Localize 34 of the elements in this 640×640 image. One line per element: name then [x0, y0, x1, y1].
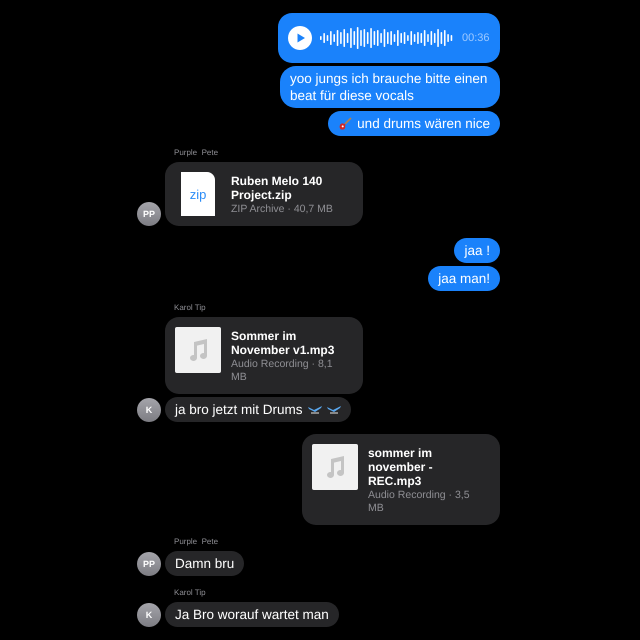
music-note-icon [187, 338, 209, 362]
stick-icon [326, 405, 341, 414]
file-type-label: zip [190, 186, 206, 202]
play-button[interactable] [288, 26, 312, 50]
message-text: und drums wären nice [357, 115, 490, 132]
waveform-icon [320, 26, 454, 50]
message-text: jaa man! [438, 270, 490, 287]
file-attachment[interactable]: sommer im november - REC.mp3 Audio Recording · 3,5 MB [302, 434, 500, 525]
message-text: jaa ! [464, 242, 490, 259]
message-text: ja bro jetzt mit Drums [175, 401, 303, 418]
avatar[interactable]: K [137, 603, 161, 627]
music-note-icon [324, 455, 346, 479]
stick-icon [308, 405, 322, 414]
file-name: sommer im november - REC.mp3 [368, 446, 434, 488]
avatar[interactable]: PP [137, 552, 161, 576]
message-text: Damn bru [175, 555, 234, 572]
file-details: Audio Recording · 3,5 MB [368, 489, 471, 515]
voice-message[interactable]: 00:36 [278, 13, 500, 63]
avatar[interactable]: PP [137, 202, 161, 226]
file-details: ZIP Archive · 40,7 MB [231, 203, 334, 216]
file-name: Ruben Melo 140 Project.zip [231, 174, 324, 202]
message-text: yoo jungs ich brauche bitte einen beat für diese vocals [290, 70, 488, 104]
sender-name: Karol Tip [174, 588, 207, 597]
file-attachment[interactable]: Sommer im November v1.mp3 Audio Recording · 8,1 MB [165, 317, 363, 394]
sender-name: Purple Pete [174, 148, 220, 157]
message-text: Ja Bro worauf wartet man [175, 606, 329, 623]
sender-name: Purple Pete [174, 537, 220, 546]
guitar-icon [338, 116, 352, 130]
file-details: Audio Recording · 8,1 MB [231, 358, 334, 384]
sender-name: Karol Tip [174, 303, 207, 312]
avatar[interactable]: K [137, 398, 161, 422]
file-attachment[interactable]: zip Ruben Melo 140 Project.zip ZIP Archive · 40,7 MB [165, 162, 363, 226]
voice-duration: 00:36 [462, 32, 490, 44]
file-name: Sommer im November v1.mp3 [231, 329, 336, 357]
